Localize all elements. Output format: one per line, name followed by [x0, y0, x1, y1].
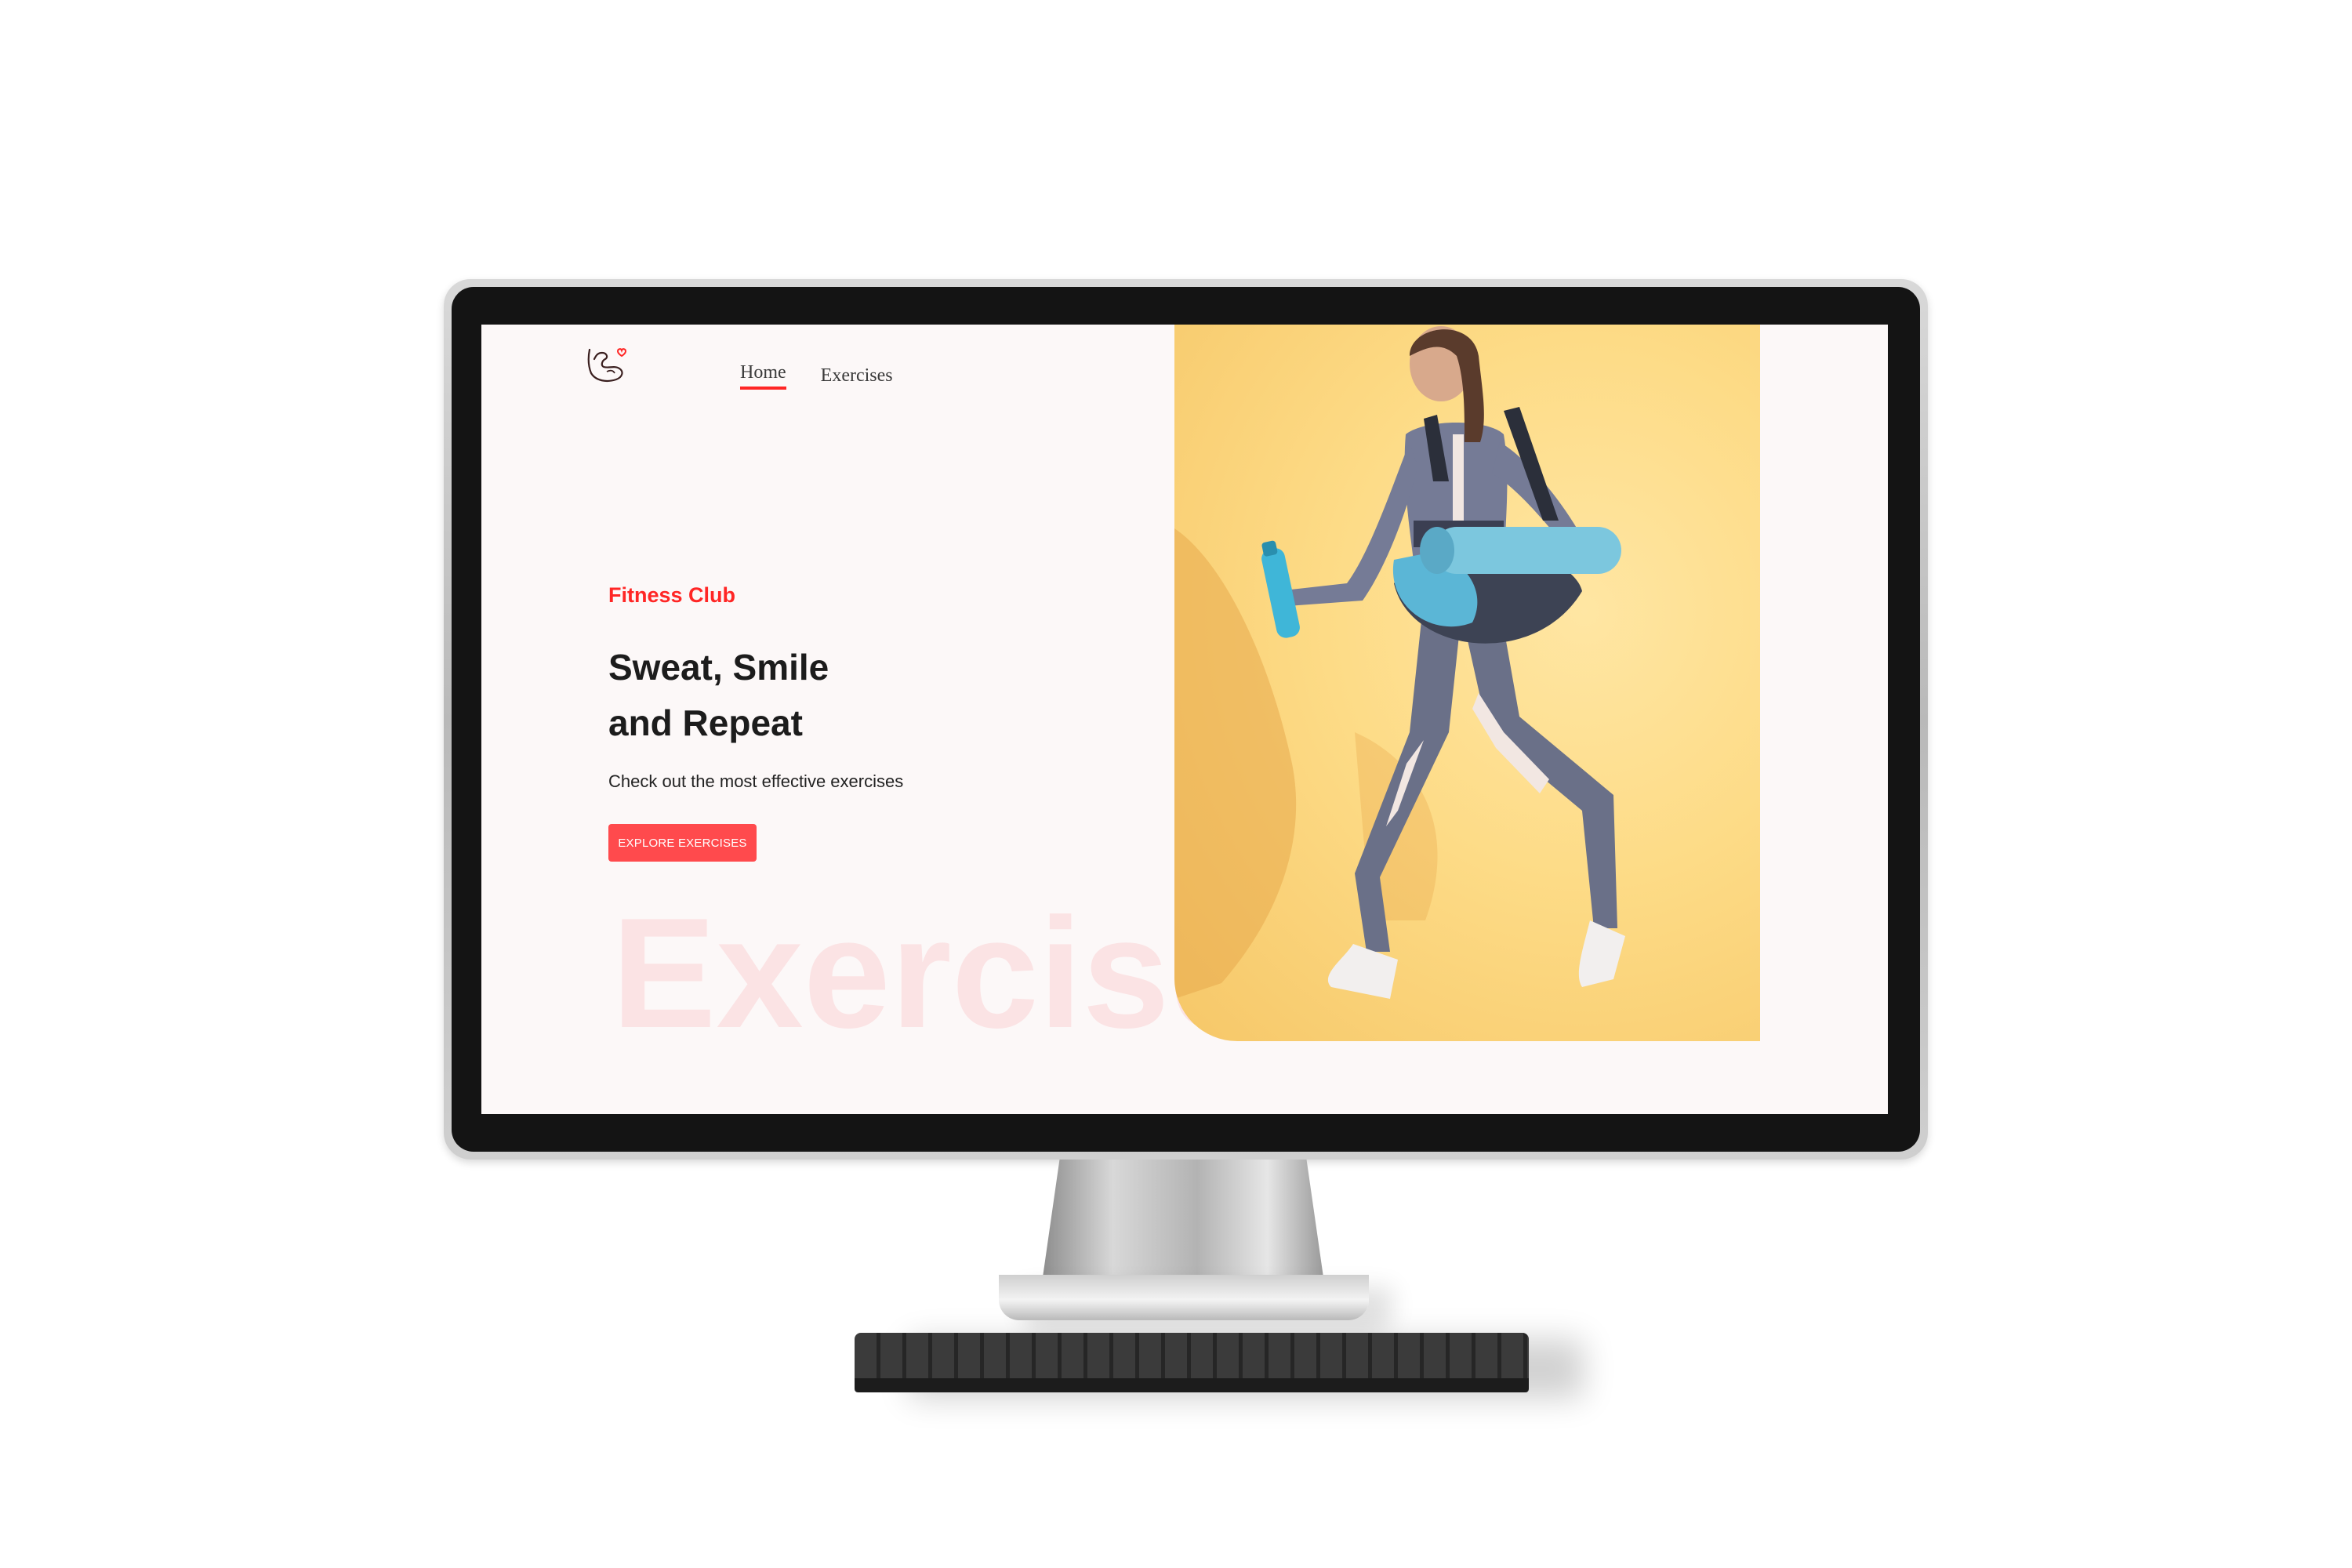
- monitor-stand: [1043, 1160, 1323, 1277]
- flexed-arm-heart-icon[interactable]: [583, 342, 627, 386]
- monitor-stand-base: [999, 1275, 1369, 1320]
- keyboard-edge: [855, 1378, 1529, 1392]
- nav-exercises-link[interactable]: Exercises: [821, 365, 893, 390]
- hero-subtitle: Fitness Club: [608, 583, 736, 607]
- explore-exercises-button[interactable]: EXPLORE EXERCISES: [608, 824, 757, 862]
- hero-banner-image: [1174, 325, 1760, 1041]
- woman-with-gym-bag-illustration: [1174, 326, 1625, 999]
- hero-headline-line2: and Repeat: [608, 702, 803, 743]
- nav-home-link[interactable]: Home: [740, 362, 786, 390]
- website-screen: Home Exercises Exercises Fitness Club Sw…: [481, 325, 1888, 1114]
- hero-description: Check out the most effective exercises: [608, 771, 904, 791]
- hero-headline: Sweat, Smile and Repeat: [608, 640, 1000, 751]
- main-nav: Home Exercises: [740, 362, 893, 390]
- hero-headline-line1: Sweat, Smile: [608, 647, 829, 688]
